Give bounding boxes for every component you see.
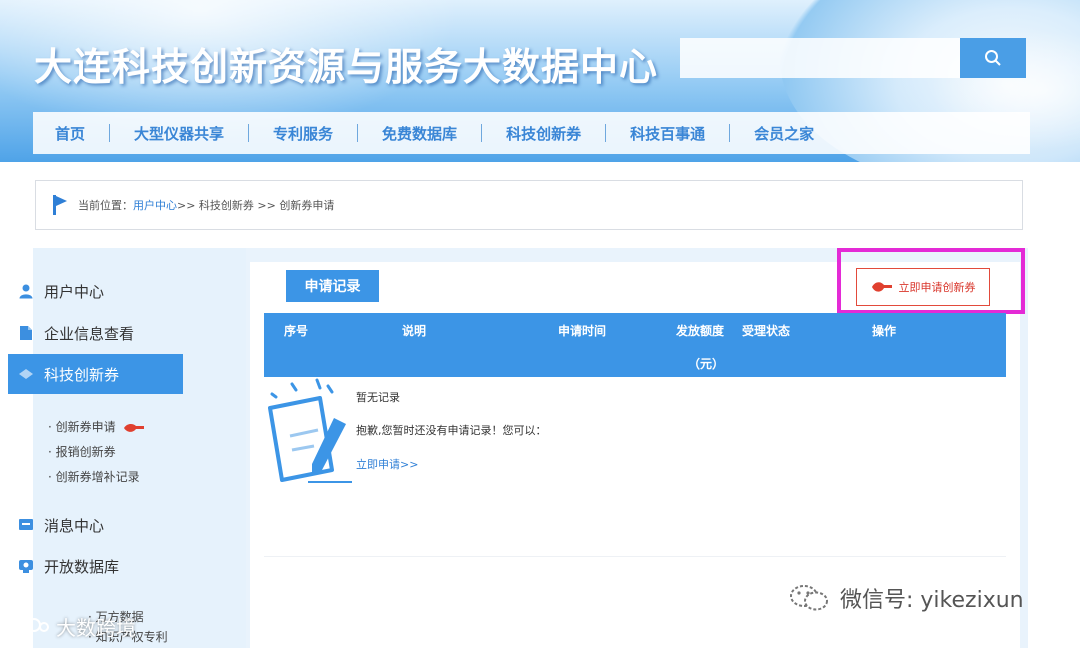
sidebar-subitem-voucher-supplement[interactable]: · 创新券增补记录 bbox=[48, 468, 140, 485]
site-header: 大连科技创新资源与服务大数据中心 首页 大型仪器共享 专利服务 免费数据库 科技… bbox=[0, 0, 1080, 162]
wechat-icon bbox=[790, 585, 828, 611]
sidebar-item-open-database[interactable]: 开放数据库 bbox=[8, 546, 208, 586]
col-header-description: 说明 bbox=[402, 324, 427, 338]
search-button[interactable] bbox=[960, 38, 1026, 78]
main-nav: 首页 大型仪器共享 专利服务 免费数据库 科技创新券 科技百事通 会员之家 bbox=[33, 112, 1030, 154]
nav-tech-helper[interactable]: 科技百事通 bbox=[630, 123, 705, 144]
breadcrumb-link-user-center[interactable]: 用户中心 bbox=[133, 197, 177, 213]
brand-logo-icon bbox=[11, 617, 49, 636]
nav-divider bbox=[357, 124, 359, 142]
empty-message: 抱歉,您暂时还没有申请记录！您可以： bbox=[356, 424, 547, 437]
empty-title: 暂无记录 bbox=[356, 391, 400, 404]
sidebar-item-innovation-voucher[interactable]: 科技创新券 bbox=[8, 354, 183, 394]
nav-patent-service[interactable]: 专利服务 bbox=[273, 123, 333, 144]
col-header-amount: 发放额度 bbox=[676, 324, 725, 338]
search-input[interactable] bbox=[680, 38, 960, 78]
hand-pointer-icon bbox=[124, 423, 145, 432]
nav-free-database[interactable]: 免费数据库 bbox=[382, 123, 457, 144]
nav-instrument-sharing[interactable]: 大型仪器共享 bbox=[134, 123, 224, 144]
col-header-index: 序号 bbox=[284, 324, 309, 338]
nav-home[interactable]: 首页 bbox=[55, 123, 85, 144]
nav-divider bbox=[109, 124, 111, 142]
nav-divider bbox=[481, 124, 483, 142]
empty-record-illustration bbox=[268, 378, 352, 483]
col-header-apply-time: 申请时间 bbox=[558, 324, 607, 338]
sidebar-subitem-voucher-apply[interactable]: · 创新券申请 bbox=[48, 418, 145, 435]
sidebar-item-label: 企业信息查看 bbox=[44, 324, 135, 343]
nav-innovation-voucher[interactable]: 科技创新券 bbox=[506, 123, 581, 144]
table-divider bbox=[264, 556, 1006, 557]
sidebar-item-user-center[interactable]: 用户中心 bbox=[8, 271, 208, 311]
col-header-amount-unit: （元） bbox=[688, 357, 725, 371]
site-title: 大连科技创新资源与服务大数据中心 bbox=[34, 45, 659, 89]
search-icon bbox=[985, 50, 1001, 66]
nav-member-home[interactable]: 会员之家 bbox=[754, 123, 814, 144]
nav-divider bbox=[605, 124, 607, 142]
flag-icon bbox=[53, 195, 67, 215]
sidebar-subitem-voucher-reimburse[interactable]: · 报销创新券 bbox=[48, 443, 116, 460]
apply-now-link[interactable]: 立即申请>> bbox=[356, 456, 418, 472]
sidebar-subitem-label: · 创新券申请 bbox=[48, 420, 116, 434]
breadcrumb: 当前位置： 用户中心 >> 科技创新券 >> 创新券申请 bbox=[35, 180, 1023, 230]
user-icon bbox=[19, 284, 33, 299]
message-icon bbox=[19, 519, 33, 530]
tab-apply-records[interactable]: 申请记录 bbox=[286, 270, 379, 302]
database-icon bbox=[19, 560, 33, 573]
breadcrumb-prefix: 当前位置： bbox=[78, 199, 133, 212]
sidebar-item-label: 开放数据库 bbox=[44, 557, 120, 576]
document-icon bbox=[20, 326, 32, 340]
brand-watermark: 大数跨境 bbox=[10, 612, 136, 641]
brand-watermark-text: 大数跨境 bbox=[56, 616, 136, 640]
sidebar-item-label: 消息中心 bbox=[44, 516, 105, 535]
highlight-box bbox=[837, 248, 1025, 314]
sidebar-item-message-center[interactable]: 消息中心 bbox=[8, 505, 208, 545]
nav-divider bbox=[729, 124, 731, 142]
wechat-watermark: 微信号: yikezixun bbox=[788, 582, 1024, 614]
wechat-watermark-text: 微信号: yikezixun bbox=[840, 588, 1024, 613]
coupon-icon bbox=[19, 369, 33, 379]
col-header-actions: 操作 bbox=[872, 324, 897, 338]
col-header-status: 受理状态 bbox=[742, 324, 791, 338]
nav-divider bbox=[248, 124, 250, 142]
records-table-header: 序号 说明 申请时间 发放额度 受理状态 操作 （元） bbox=[264, 313, 1006, 377]
sidebar-item-label: 科技创新券 bbox=[44, 365, 120, 384]
breadcrumb-trail: >> 科技创新券 >> 创新券申请 bbox=[177, 199, 335, 212]
sidebar-item-label: 用户中心 bbox=[44, 282, 105, 301]
sidebar-item-company-info[interactable]: 企业信息查看 bbox=[8, 313, 208, 353]
